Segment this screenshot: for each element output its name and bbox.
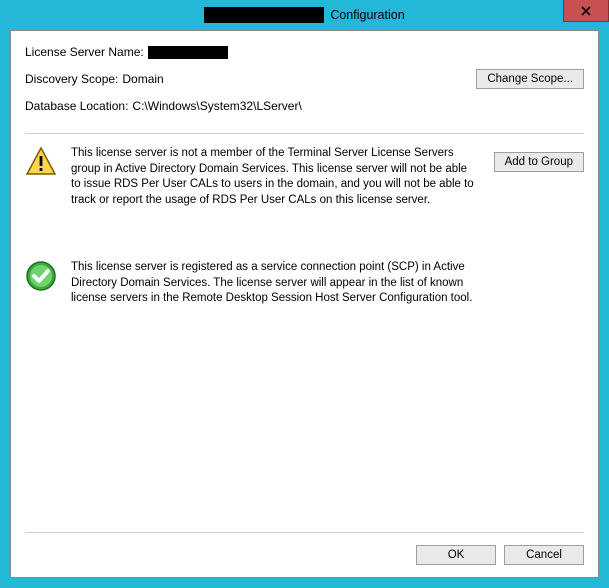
close-button[interactable] xyxy=(563,0,609,22)
discovery-scope-value: Domain xyxy=(122,72,163,86)
add-to-group-button[interactable]: Add to Group xyxy=(494,152,584,172)
cancel-button[interactable]: Cancel xyxy=(504,545,584,565)
close-icon xyxy=(581,3,591,19)
divider xyxy=(25,133,584,134)
warning-text: This license server is not a member of t… xyxy=(71,146,480,208)
license-server-name-label: License Server Name: xyxy=(25,45,144,59)
success-text: This license server is registered as a s… xyxy=(71,260,480,307)
dialog-body: License Server Name: Discovery Scope: Do… xyxy=(10,30,599,578)
redacted-title-prefix xyxy=(204,7,324,23)
database-location-label: Database Location: xyxy=(25,99,128,113)
window-title: Configuration xyxy=(330,8,404,22)
footer-divider xyxy=(25,532,584,533)
titlebar: Configuration xyxy=(0,0,609,30)
ok-button[interactable]: OK xyxy=(416,545,496,565)
warning-icon xyxy=(25,146,57,178)
dialog-window: Configuration License Server Name: Disco… xyxy=(0,0,609,588)
dialog-footer: OK Cancel xyxy=(25,537,584,565)
change-scope-button[interactable]: Change Scope... xyxy=(476,69,584,89)
database-location-value: C:\Windows\System32\LServer\ xyxy=(132,99,301,113)
redacted-server-name xyxy=(148,46,228,59)
success-icon xyxy=(25,260,57,292)
discovery-scope-label: Discovery Scope: xyxy=(25,72,118,86)
